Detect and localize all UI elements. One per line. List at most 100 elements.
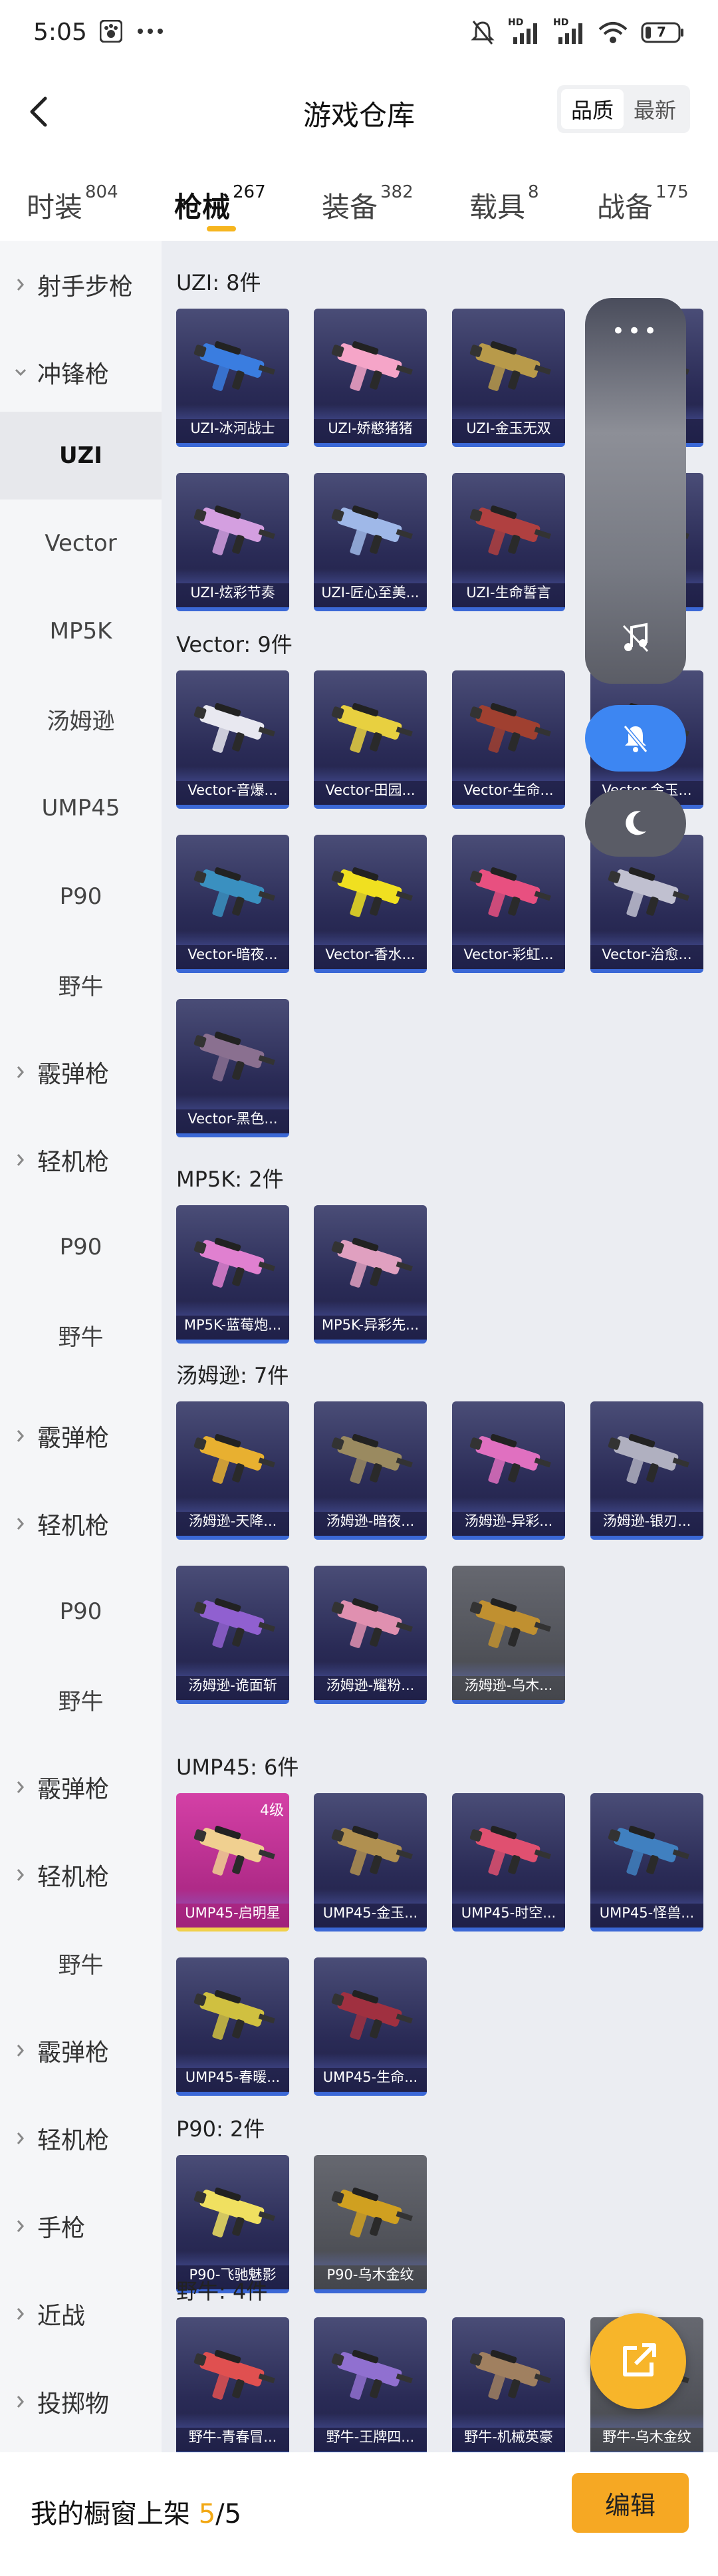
tab-guns[interactable]: 枪械 267 xyxy=(174,182,266,225)
card-floor xyxy=(314,1661,427,1676)
sidebar-item[interactable]: 轻机枪 xyxy=(0,1480,162,1568)
weapon-skin-name: 汤姆逊-耀粉... xyxy=(326,1677,415,1693)
weapon-skin-card[interactable]: 汤姆逊-暗夜... xyxy=(314,1401,427,1540)
sidebar-item[interactable]: P90 xyxy=(0,1568,162,1655)
more-dots-icon[interactable]: ••• xyxy=(585,318,686,345)
chevron-right-icon xyxy=(17,1869,24,1881)
sidebar-item[interactable]: 投掷物 xyxy=(0,2358,162,2446)
sort-quality-option[interactable]: 品质 xyxy=(561,89,624,129)
sidebar-item[interactable]: 汤姆逊 xyxy=(0,675,162,763)
sidebar-item[interactable]: P90 xyxy=(0,1203,162,1291)
weapon-skin-card[interactable]: Vector-田园... xyxy=(314,670,427,809)
section-title: UMP45: 6件 xyxy=(176,1755,299,1780)
weapon-skin-name: Vector-香水... xyxy=(325,946,416,962)
share-fab-button[interactable] xyxy=(590,2313,686,2409)
weapon-skin-card[interactable]: MP5K-蓝莓炮... xyxy=(176,1205,289,1344)
weapon-skin-card[interactable]: 汤姆逊-银刃... xyxy=(590,1401,703,1540)
card-floor xyxy=(314,2053,427,2068)
weapon-skin-card[interactable]: UZI-娇憨猪猪 xyxy=(314,309,427,447)
bell-off-icon xyxy=(623,725,648,753)
mute-notifications-button[interactable] xyxy=(585,705,686,772)
sidebar-item[interactable]: 霰弹枪 xyxy=(0,1743,162,1831)
mute-bell-icon xyxy=(471,20,495,45)
tab-fashion[interactable]: 时装 804 xyxy=(27,182,118,225)
weapon-skin-card[interactable]: UZI-金玉无双 xyxy=(452,309,565,447)
sidebar-item[interactable]: 霰弹枪 xyxy=(0,2007,162,2094)
card-floor xyxy=(176,569,289,583)
weapon-skin-card[interactable]: 汤姆逊-异彩... xyxy=(452,1401,565,1540)
sidebar-item[interactable]: 霰弹枪 xyxy=(0,1392,162,1480)
gun-skin-icon xyxy=(193,1031,275,1081)
weapon-skin-card[interactable]: P90-飞驰魅影 xyxy=(176,2155,289,2293)
sidebar-item[interactable]: 野牛 xyxy=(0,1655,162,1743)
weapon-skin-card[interactable]: UMP45-怪兽... xyxy=(590,1793,703,1932)
tab-vehicles[interactable]: 载具 8 xyxy=(469,182,539,225)
weapon-skin-card[interactable]: UMP45-时空... xyxy=(452,1793,565,1932)
weapon-skin-card[interactable]: 汤姆逊-乌木... xyxy=(452,1566,565,1704)
sidebar-item-label: UMP45 xyxy=(41,795,120,821)
gun-skin-icon xyxy=(331,341,413,391)
gun-skin-icon xyxy=(193,1989,275,2040)
dark-mode-button[interactable] xyxy=(585,790,686,857)
weapon-skin-name: Vector-暗夜... xyxy=(187,946,278,962)
card-floor xyxy=(452,930,565,945)
sort-toggle[interactable]: 品质 最新 xyxy=(557,85,690,133)
music-note-icon[interactable] xyxy=(618,621,653,658)
sidebar-item[interactable]: 野牛 xyxy=(0,940,162,1028)
sidebar-item-label: 近战 xyxy=(37,2303,86,2330)
weapon-skin-card[interactable]: MP5K-异彩先... xyxy=(314,1205,427,1344)
card-floor xyxy=(314,930,427,945)
tab-equipment[interactable]: 装备 382 xyxy=(322,182,414,225)
weapon-skin-card[interactable]: UMP45-春暖... xyxy=(176,1957,289,2096)
weapon-skin-card[interactable]: UZI-冰河战士 xyxy=(176,309,289,447)
weapon-skin-card[interactable]: Vector-暗夜... xyxy=(176,835,289,973)
weapon-skin-card[interactable]: UMP45-生命... xyxy=(314,1957,427,2096)
weapon-skin-card[interactable]: Vector-音爆... xyxy=(176,670,289,809)
weapon-skin-card[interactable]: 野牛-青春冒... xyxy=(176,2317,289,2456)
tab-battle-prep[interactable]: 战备 175 xyxy=(597,182,689,225)
section-title: UZI: 8件 xyxy=(176,270,261,295)
weapon-skin-card[interactable]: 野牛-王牌四... xyxy=(314,2317,427,2456)
floating-assistant-panel[interactable]: ••• xyxy=(585,298,686,684)
weapon-skin-card[interactable]: Vector-黑色... xyxy=(176,999,289,1137)
weapon-skin-name: UZI-炫彩节奏 xyxy=(190,585,275,601)
weapon-skin-card[interactable]: 汤姆逊-耀粉... xyxy=(314,1566,427,1704)
sidebar-item[interactable]: UMP45 xyxy=(0,764,162,852)
weapon-skin-card[interactable]: 汤姆逊-天降... xyxy=(176,1401,289,1540)
card-floor xyxy=(176,1497,289,1512)
section-title: Vector: 9件 xyxy=(176,632,293,657)
edit-button[interactable]: 编辑 xyxy=(572,2473,689,2533)
weapon-skin-card[interactable]: P90-乌木金纹 xyxy=(314,2155,427,2293)
weapon-skin-card[interactable]: Vector-彩虹... xyxy=(452,835,565,973)
weapon-skin-card[interactable]: UZI-炫彩节奏 xyxy=(176,473,289,611)
sidebar-item[interactable]: 手枪 xyxy=(0,2182,162,2270)
weapon-skin-card[interactable]: UZI-生命誓言 xyxy=(452,473,565,611)
sidebar-item[interactable]: 冲锋枪 xyxy=(0,329,162,416)
gun-skin-icon xyxy=(331,505,413,555)
weapon-skin-card[interactable]: UZI-匠心至美... xyxy=(314,473,427,611)
sidebar-item[interactable]: MP5K xyxy=(0,587,162,675)
sidebar-item[interactable]: UZI xyxy=(0,412,162,500)
sidebar-item[interactable]: 轻机枪 xyxy=(0,1116,162,1204)
weapon-skin-card[interactable]: UMP45-金玉... xyxy=(314,1793,427,1932)
sidebar-item[interactable]: Vector xyxy=(0,500,162,587)
weapon-skin-name: UZI-娇憨猪猪 xyxy=(328,420,413,436)
weapon-skin-card[interactable]: 汤姆逊-诡面斩 xyxy=(176,1566,289,1704)
sidebar-item-label: 手枪 xyxy=(37,2215,86,2242)
weapon-skin-card[interactable]: Vector-香水... xyxy=(314,835,427,973)
weapon-skin-card[interactable]: Vector-生命... xyxy=(452,670,565,809)
sidebar-item[interactable]: 野牛 xyxy=(0,1291,162,1379)
weapon-skin-name: 野牛-机械英豪 xyxy=(464,2429,553,2445)
sidebar-item[interactable]: 射手步枪 xyxy=(0,241,162,329)
sidebar-item[interactable]: 轻机枪 xyxy=(0,1831,162,1919)
sidebar-item[interactable]: 野牛 xyxy=(0,1919,162,2007)
weapon-skin-name: Vector-黑色... xyxy=(187,1111,278,1127)
weapon-skin-card[interactable]: 4级 UMP45-启明星 xyxy=(176,1793,289,1932)
weapon-skin-card[interactable]: 野牛-机械英豪 xyxy=(452,2317,565,2456)
sidebar-item[interactable]: 近战 xyxy=(0,2270,162,2358)
weapon-skin-name: Vector-音爆... xyxy=(187,782,278,798)
sidebar-item[interactable]: 霰弹枪 xyxy=(0,1028,162,1116)
sidebar-item[interactable]: P90 xyxy=(0,853,162,940)
sort-latest-option[interactable]: 最新 xyxy=(624,89,686,129)
sidebar-item[interactable]: 轻机枪 xyxy=(0,2094,162,2182)
